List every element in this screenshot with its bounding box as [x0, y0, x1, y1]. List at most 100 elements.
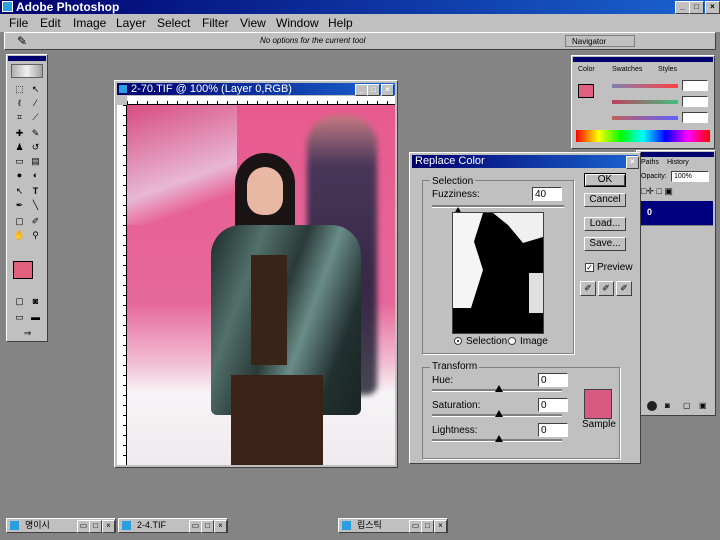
gradient-tool-icon[interactable]: ▤	[29, 155, 42, 168]
menu-edit[interactable]: Edit	[40, 14, 61, 32]
load-button[interactable]: Load...	[584, 217, 626, 231]
tab-paths[interactable]: Paths	[641, 159, 659, 166]
adobe-logo-icon	[11, 64, 43, 78]
document-maximize-button[interactable]: □	[367, 84, 380, 96]
ok-button[interactable]: OK	[584, 173, 626, 187]
document-close-button[interactable]: ×	[381, 84, 394, 96]
options-bar: ✎ No options for the current tool Naviga…	[4, 32, 716, 50]
menu-file[interactable]: File	[9, 14, 28, 32]
tab-styles[interactable]: Styles	[658, 66, 677, 73]
dialog-close-button[interactable]: ×	[626, 156, 639, 169]
minimized-doc-2-close[interactable]: ×	[214, 520, 227, 533]
slice-tool-icon[interactable]: ⟋	[29, 111, 42, 124]
quickmask-mode-icon[interactable]: ◙	[29, 295, 42, 308]
trash-icon[interactable]: ▣	[699, 401, 707, 410]
layer-style-icon[interactable]	[647, 401, 657, 411]
screen-mode-icon[interactable]: ▭	[13, 311, 26, 324]
stamp-tool-icon[interactable]: ♟	[13, 141, 26, 154]
blue-slider-track[interactable]	[612, 116, 678, 120]
marquee-tool-icon[interactable]: ⬚	[13, 83, 26, 96]
eyedropper-tool-icon-2[interactable]: ✐	[29, 215, 42, 228]
green-slider-track[interactable]	[612, 100, 678, 104]
layers-list-area	[639, 225, 713, 398]
jump-to-imageready-icon[interactable]: ⇒	[21, 327, 34, 340]
minimized-doc-3-close[interactable]: ×	[434, 520, 447, 533]
menu-window[interactable]: Window	[276, 14, 319, 32]
palette-well-tab[interactable]: Navigator	[565, 35, 635, 47]
history-brush-icon[interactable]: ↺	[29, 141, 42, 154]
minimized-doc-2[interactable]: 2-4.TIF ▭ □ ×	[118, 518, 228, 533]
hand-tool-icon[interactable]: ✋	[13, 229, 26, 242]
minimized-doc-3[interactable]: 립스틱 ▭ □ ×	[338, 518, 448, 533]
blue-value-field[interactable]	[682, 112, 708, 123]
color-spectrum-bar[interactable]	[576, 130, 710, 142]
radio-selection-label[interactable]: Selection	[466, 336, 507, 347]
standard-mode-icon[interactable]: ▢	[13, 295, 26, 308]
minimized-doc-1[interactable]: 명이시 ▭ □ ×	[6, 518, 116, 533]
red-value-field[interactable]	[682, 80, 708, 91]
lightness-slider-thumb[interactable]	[495, 435, 503, 442]
tab-swatches[interactable]: Swatches	[612, 66, 642, 73]
menu-select[interactable]: Select	[157, 14, 190, 32]
foreground-color-swatch[interactable]	[13, 261, 33, 279]
lock-icons[interactable]: □✛ □ ▣	[641, 186, 673, 197]
lasso-tool-icon[interactable]: ℓ	[13, 97, 26, 110]
red-slider-track[interactable]	[612, 84, 678, 88]
path-select-tool-icon[interactable]: ↖	[13, 185, 26, 198]
menu-image[interactable]: Image	[73, 14, 106, 32]
magic-wand-tool-icon[interactable]: ⁄	[29, 97, 42, 110]
minimized-doc-1-close[interactable]: ×	[102, 520, 115, 533]
menu-layer[interactable]: Layer	[116, 14, 146, 32]
radio-selection-icon[interactable]	[454, 337, 462, 345]
eyedropper-minus-button[interactable]: ✐	[616, 281, 632, 296]
menu-help[interactable]: Help	[328, 14, 353, 32]
notes-tool-icon[interactable]: ▢	[13, 215, 26, 228]
minimized-doc-2-max[interactable]: □	[201, 520, 214, 533]
tab-color[interactable]: Color	[578, 66, 595, 73]
close-button[interactable]: ×	[705, 1, 720, 14]
minimized-doc-3-max[interactable]: □	[421, 520, 434, 533]
minimize-button[interactable]: _	[675, 1, 690, 14]
new-layer-icon[interactable]: ▢	[683, 401, 691, 410]
save-button[interactable]: Save...	[584, 237, 626, 251]
minimized-doc-1-max[interactable]: □	[89, 520, 102, 533]
document-canvas[interactable]	[127, 105, 395, 465]
zoom-tool-icon[interactable]: ⚲	[29, 229, 42, 242]
layer-row-selected[interactable]: 0	[639, 201, 713, 225]
tab-history[interactable]: History	[667, 159, 689, 166]
healing-tool-icon[interactable]: ✚	[13, 127, 26, 140]
crop-tool-icon[interactable]: ⌗	[13, 111, 26, 124]
cancel-button[interactable]: Cancel	[584, 193, 626, 207]
menu-filter[interactable]: Filter	[202, 14, 229, 32]
saturation-slider-thumb[interactable]	[495, 410, 503, 417]
pen-tool-icon[interactable]: ✒	[13, 199, 26, 212]
menu-view[interactable]: View	[240, 14, 266, 32]
saturation-field[interactable]: 0	[538, 398, 568, 412]
hue-slider-thumb[interactable]	[495, 385, 503, 392]
eyedropper-plus-button[interactable]: ✐	[598, 281, 614, 296]
radio-image-icon[interactable]	[508, 337, 516, 345]
palette-fg-swatch[interactable]	[578, 84, 594, 98]
type-tool-icon[interactable]: T	[29, 185, 42, 198]
maximize-button[interactable]: □	[689, 1, 704, 14]
fuzziness-field[interactable]: 40	[532, 187, 562, 201]
green-value-field[interactable]	[682, 96, 708, 107]
mask-icon[interactable]: ◙	[665, 401, 670, 410]
radio-image-label[interactable]: Image	[520, 336, 548, 347]
brush-tool-icon[interactable]: ✎	[29, 127, 42, 140]
preview-checkbox[interactable]: ✓	[585, 263, 594, 272]
hue-field[interactable]: 0	[538, 373, 568, 387]
dodge-tool-icon[interactable]: ◐	[29, 169, 42, 182]
blur-tool-icon[interactable]: ●	[13, 169, 26, 182]
preview-label[interactable]: Preview	[597, 262, 633, 273]
eyedropper-button[interactable]: ✐	[580, 281, 596, 296]
fullscreen-mode-icon[interactable]: ▬	[29, 311, 42, 324]
lightness-field[interactable]: 0	[538, 423, 568, 437]
line-tool-icon[interactable]: ╲	[29, 199, 42, 212]
menu-bar: File Edit Image Layer Select Filter View…	[0, 14, 720, 32]
fuzziness-slider-track[interactable]	[432, 205, 564, 208]
vertical-ruler	[117, 105, 127, 465]
opacity-field[interactable]: 100%	[671, 171, 709, 182]
eraser-tool-icon[interactable]: ▭	[13, 155, 26, 168]
move-tool-icon[interactable]: ↖	[29, 83, 42, 96]
